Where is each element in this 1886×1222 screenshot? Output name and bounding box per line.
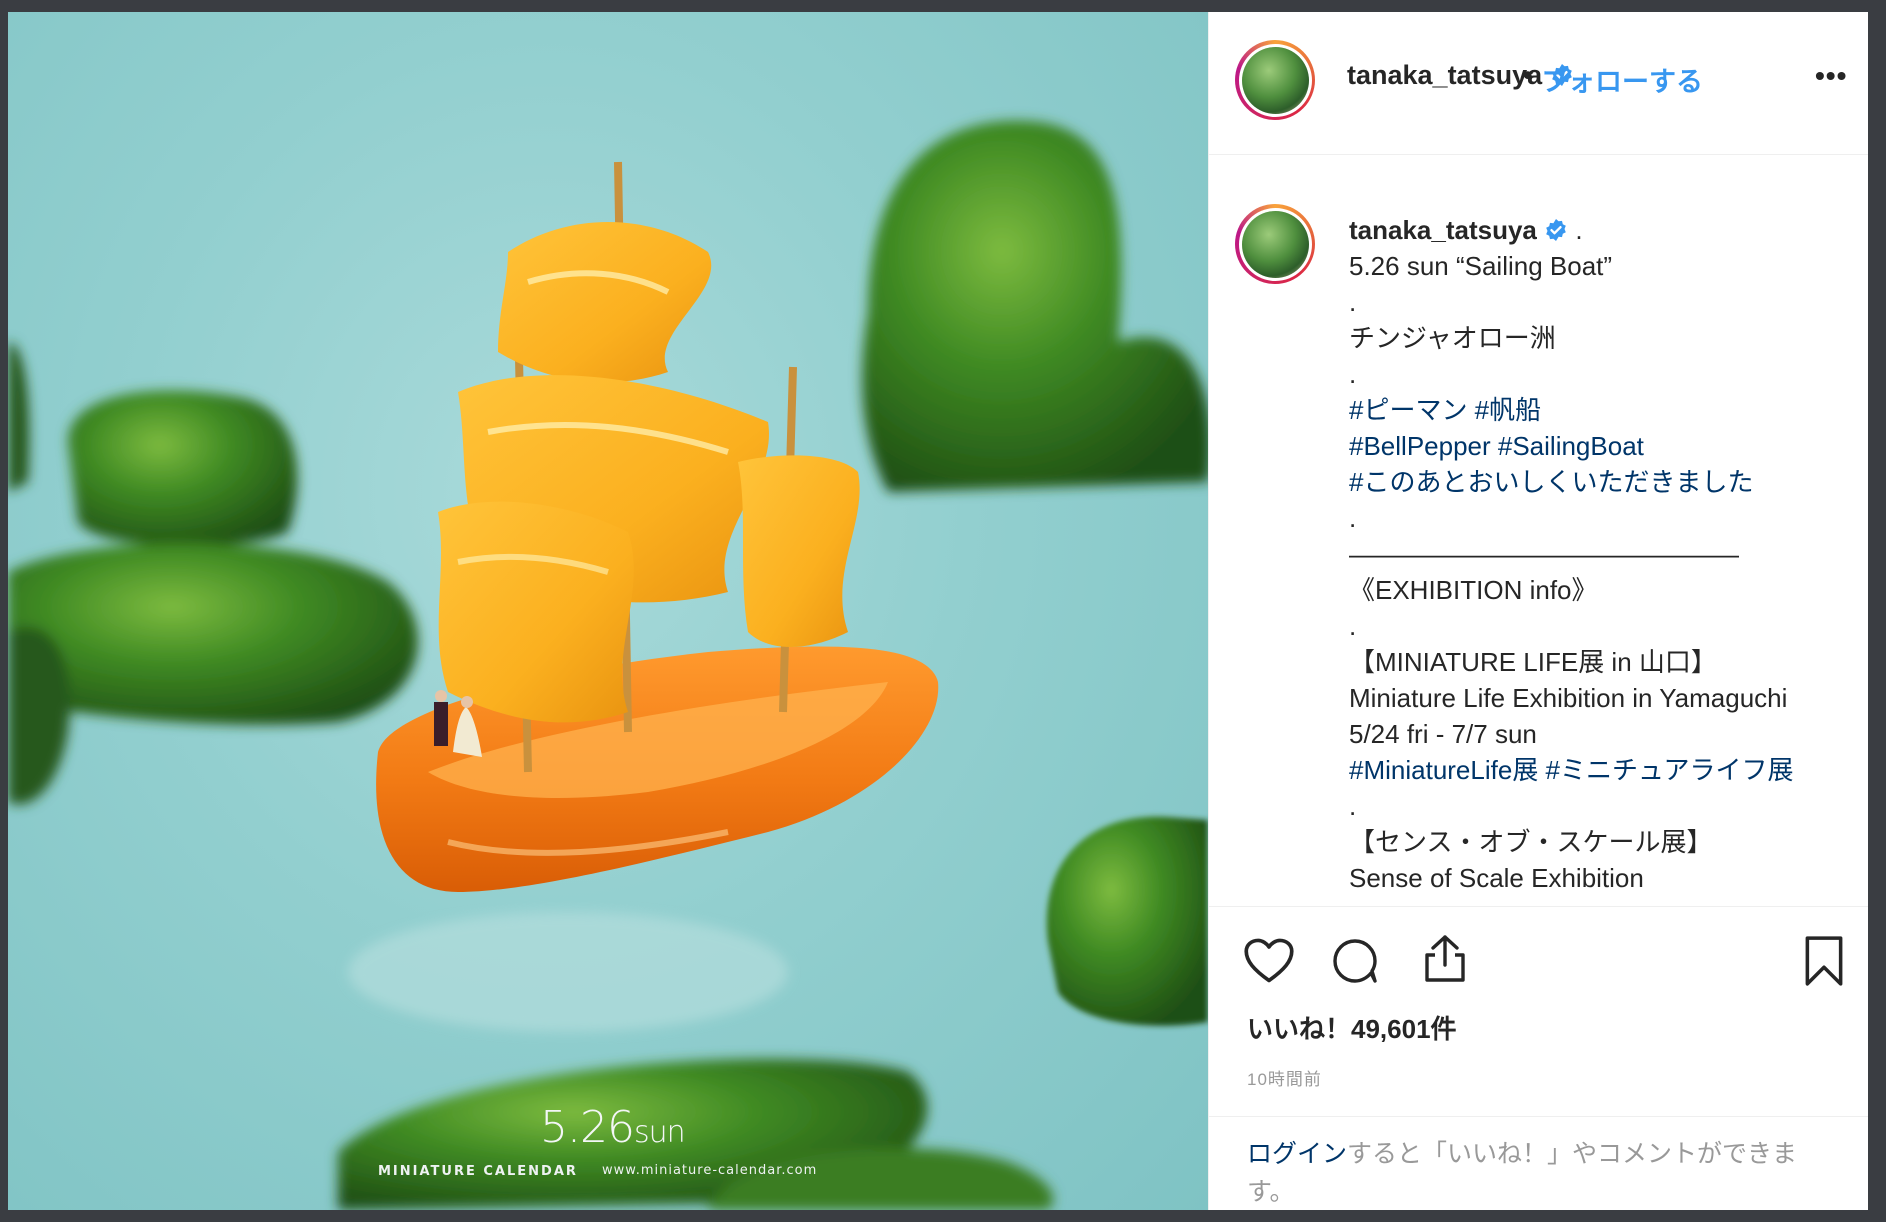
right-pepper: [1046, 816, 1208, 1026]
photo-illustration: [8, 120, 1208, 1210]
share-icon[interactable]: [1421, 933, 1469, 985]
caption-line: .: [1349, 611, 1357, 641]
caption-line: 5/24 fri - 7/7 sun: [1349, 719, 1537, 749]
verified-badge-icon: [1546, 219, 1566, 241]
header-username[interactable]: tanaka_tatsuya: [1347, 60, 1574, 91]
comment-icon[interactable]: [1331, 937, 1379, 985]
post-caption: tanaka_tatsuya . 5.26 sun “Sailing Boat”…: [1209, 154, 1868, 906]
post-modal: 5.26sun MINIATURE CALENDAR www.miniature…: [8, 12, 1868, 1210]
caption-username[interactable]: tanaka_tatsuya: [1349, 215, 1537, 245]
caption-hashtags[interactable]: #このあとおいしくいただきました: [1349, 464, 1849, 500]
post-actions: いいね！49,601件 10時間前: [1209, 906, 1868, 1117]
follow-button[interactable]: フォローする: [1541, 60, 1703, 99]
caption-hashtags[interactable]: #ピーマン #帆船: [1349, 392, 1849, 428]
header-separator: •: [1523, 60, 1533, 90]
login-link[interactable]: ログイン: [1247, 1140, 1347, 1168]
heart-icon[interactable]: [1243, 937, 1295, 985]
caption-hashtags[interactable]: #MiniatureLife展 #ミニチュアライフ展: [1349, 752, 1849, 788]
photo-date: 5.26sun: [540, 1102, 686, 1153]
like-count[interactable]: いいね！49,601件: [1247, 1009, 1457, 1046]
caption-line: .: [1349, 791, 1357, 821]
more-options-icon[interactable]: •••: [1815, 60, 1847, 92]
caption-hashtags[interactable]: #BellPepper #SailingBoat: [1349, 428, 1849, 464]
post-photo[interactable]: 5.26sun MINIATURE CALENDAR www.miniature…: [8, 12, 1208, 1210]
caption-avatar[interactable]: [1235, 204, 1315, 284]
caption-line: チンジャオロー洲: [1349, 323, 1556, 353]
caption-line: Miniature Life Exhibition in Yamaguchi: [1349, 683, 1788, 713]
caption-line: .: [1349, 503, 1357, 533]
bookmark-icon[interactable]: [1803, 935, 1845, 987]
post-timestamp[interactable]: 10時間前: [1247, 1065, 1322, 1090]
caption-line: .: [1349, 287, 1357, 317]
caption-line: 5.26 sun “Sailing Boat”: [1349, 251, 1613, 281]
caption-line: ———————————————: [1349, 539, 1739, 569]
photo-brand: MINIATURE CALENDAR: [378, 1164, 578, 1179]
login-prompt: ログインすると「いいね！」やコメントができます。: [1209, 1116, 1868, 1210]
caption-line: .: [1349, 359, 1357, 389]
photo-url: www.miniature-calendar.com: [602, 1163, 818, 1178]
avatar[interactable]: [1235, 40, 1315, 120]
caption-line: Sense of Scale Exhibition: [1349, 863, 1644, 893]
caption-line: 【センス・オブ・スケール展】: [1349, 827, 1713, 857]
avatar-image: [1241, 210, 1309, 278]
post-header: tanaka_tatsuya • フォローする •••: [1209, 12, 1868, 155]
caption-name-suffix: .: [1575, 215, 1583, 245]
post-side-panel: tanaka_tatsuya • フォローする ••• tanaka_tatsu…: [1208, 12, 1868, 1210]
caption-text: tanaka_tatsuya . 5.26 sun “Sailing Boat”…: [1349, 212, 1849, 896]
caption-line: 《EXHIBITION info》: [1349, 575, 1598, 605]
caption-line: 【MINIATURE LIFE展 in 山口】: [1349, 647, 1717, 677]
avatar-image: [1241, 46, 1309, 114]
